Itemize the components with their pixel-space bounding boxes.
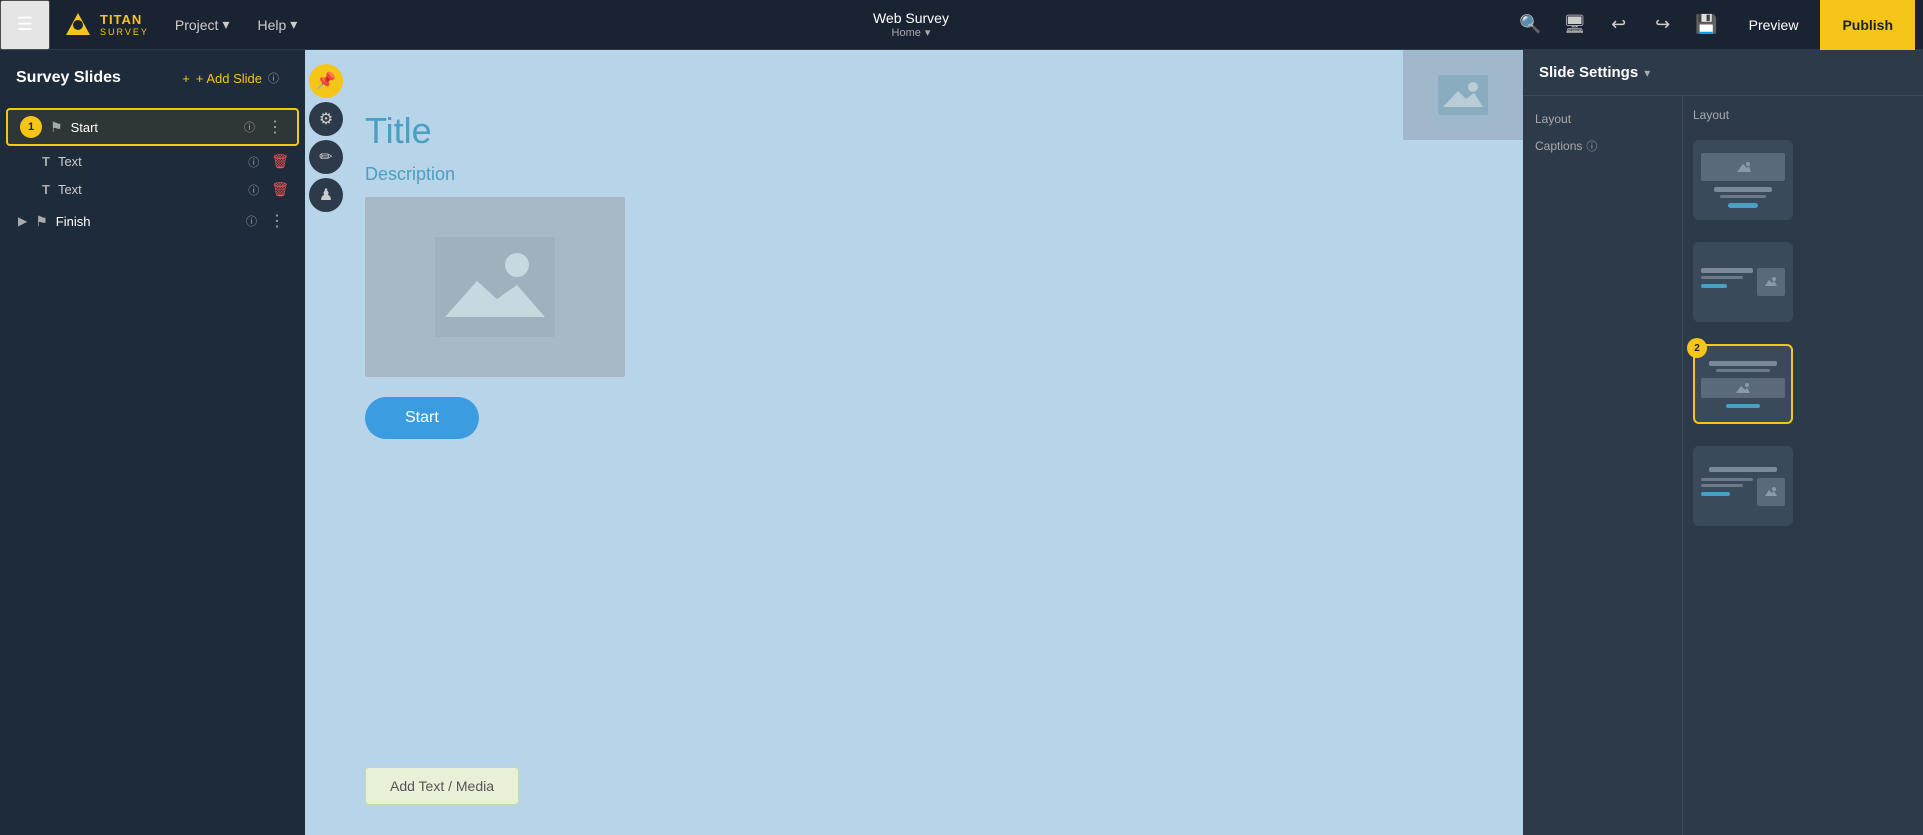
- add-icon: +: [182, 71, 190, 86]
- redo-icon: ↪: [1655, 14, 1670, 35]
- sidebar-header: Survey Slides + + Add Slide ⓘ: [0, 50, 305, 102]
- slide-list: 1 ⚑ Start ⓘ ⋮ T Text ⓘ 🗑 T Text ⓘ 🗑: [0, 102, 305, 835]
- layout-option-4[interactable]: [1693, 446, 1793, 526]
- pen-icon: ✏: [319, 147, 332, 167]
- help-menu[interactable]: Help ▾: [243, 0, 311, 50]
- sub-item-label-2: Text: [58, 182, 240, 197]
- figure-button[interactable]: ♟: [309, 178, 343, 212]
- layout-label-left: Layout: [1535, 112, 1670, 126]
- figure-icon: ♟: [319, 185, 333, 205]
- slide-item-finish[interactable]: ▶ ⚑ Finish ⓘ ⋮: [6, 205, 299, 237]
- text-icon-2: T: [42, 182, 50, 197]
- layout-option-3[interactable]: 2: [1693, 344, 1793, 424]
- sub-item-text-1[interactable]: T Text ⓘ 🗑: [6, 148, 299, 175]
- add-text-media-button[interactable]: Add Text / Media: [365, 767, 519, 805]
- redo-button[interactable]: ↪: [1643, 5, 1683, 45]
- search-icon: 🔍: [1519, 14, 1541, 35]
- canvas-content: Title Description Start: [305, 50, 1523, 835]
- layout-thumb-1: [1701, 148, 1785, 212]
- layout-thumb-3: [1701, 352, 1785, 416]
- captions-info-icon[interactable]: ⓘ: [1586, 138, 1597, 154]
- finish-flag-icon: ⚑: [35, 213, 48, 230]
- device-preview-button[interactable]: 🖥: [1555, 5, 1595, 45]
- right-panel-left-section: Layout Captions ⓘ: [1523, 96, 1683, 835]
- slide-more-button-start[interactable]: ⋮: [263, 117, 287, 137]
- help-label: Help: [257, 17, 286, 33]
- pin-icon: 📌: [316, 71, 336, 91]
- monitor-icon: 🖥: [1563, 14, 1586, 35]
- subtitle-chevron-icon: ▾: [925, 26, 931, 39]
- sub-item-delete-1[interactable]: 🗑: [271, 153, 289, 170]
- layout-option-2[interactable]: [1693, 242, 1793, 322]
- sub-item-text-2[interactable]: T Text ⓘ 🗑: [6, 176, 299, 203]
- search-button[interactable]: 🔍: [1511, 5, 1551, 45]
- expand-icon-finish[interactable]: ▶: [18, 214, 27, 228]
- slide-info-icon-start[interactable]: ⓘ: [244, 119, 255, 135]
- canvas-area: Title Description Start Add Text / Media: [305, 50, 1523, 835]
- slide-settings-chevron-icon[interactable]: ▾: [1644, 66, 1650, 80]
- survey-title: Web Survey: [873, 10, 949, 26]
- slide-number-1: 1: [20, 116, 42, 138]
- layout-thumb-4: [1701, 454, 1785, 518]
- right-panel-body: Layout Captions ⓘ Layout: [1523, 96, 1923, 835]
- main-layout: Survey Slides + + Add Slide ⓘ 1 ⚑ Start …: [0, 50, 1923, 835]
- hamburger-menu-button[interactable]: ☰: [0, 0, 50, 50]
- image-placeholder-icon: [435, 237, 555, 337]
- left-sidebar: Survey Slides + + Add Slide ⓘ 1 ⚑ Start …: [0, 50, 305, 835]
- image-placeholder-icon-top: [1438, 75, 1488, 115]
- canvas-top-image: [1403, 50, 1523, 140]
- canvas-title[interactable]: Title: [365, 110, 1463, 152]
- slide-more-button-finish[interactable]: ⋮: [265, 211, 289, 231]
- undo-icon: ↩: [1611, 14, 1626, 35]
- sub-item-info-1[interactable]: ⓘ: [248, 154, 259, 170]
- canvas-description[interactable]: Description: [365, 164, 1463, 185]
- floating-toolbar: 📌 ⚙ ✏ ♟: [305, 60, 347, 216]
- start-flag-icon: ⚑: [50, 119, 63, 136]
- publish-button[interactable]: Publish: [1820, 0, 1915, 50]
- canvas-image-placeholder: [365, 197, 625, 377]
- gear-button[interactable]: ⚙: [309, 102, 343, 136]
- survey-subtitle[interactable]: Home ▾: [892, 26, 931, 39]
- project-chevron-icon: ▾: [222, 16, 229, 33]
- sub-item-delete-2[interactable]: 🗑: [271, 181, 289, 198]
- pen-button[interactable]: ✏: [309, 140, 343, 174]
- sub-item-label-1: Text: [58, 154, 240, 169]
- nav-center-info: Web Survey Home ▾: [311, 10, 1510, 39]
- hamburger-icon: ☰: [17, 14, 33, 35]
- sub-item-info-2[interactable]: ⓘ: [248, 182, 259, 198]
- logo-text-block: TITAN SURVEY: [100, 12, 149, 37]
- help-chevron-icon: ▾: [290, 16, 297, 33]
- text-icon-1: T: [42, 154, 50, 169]
- slide-settings-title: Slide Settings: [1539, 64, 1638, 81]
- slide-name-finish: Finish: [56, 214, 238, 229]
- nav-actions: 🔍 🖥 ↩ ↪ 💾 Preview Publish: [1511, 0, 1923, 50]
- canvas-start-button[interactable]: Start: [365, 397, 479, 439]
- right-panel-header: Slide Settings ▾: [1523, 50, 1923, 96]
- layout-option-1[interactable]: [1693, 140, 1793, 220]
- logo[interactable]: TITAN SURVEY: [50, 9, 161, 41]
- preview-button[interactable]: Preview: [1731, 0, 1817, 50]
- step-badge-2: 2: [1687, 338, 1707, 358]
- layout-label-right: Layout: [1693, 108, 1913, 122]
- undo-button[interactable]: ↩: [1599, 5, 1639, 45]
- project-label: Project: [175, 17, 219, 33]
- slide-name-start: Start: [71, 120, 236, 135]
- top-navigation: ☰ TITAN SURVEY Project ▾ Help ▾ Web Surv…: [0, 0, 1923, 50]
- add-slide-info-icon: ⓘ: [268, 70, 279, 86]
- captions-label: Captions ⓘ: [1535, 138, 1670, 154]
- right-panel: Slide Settings ▾ Layout Captions ⓘ Layou…: [1523, 50, 1923, 835]
- sidebar-title: Survey Slides: [16, 69, 121, 87]
- right-panel-layout-options: Layout: [1683, 96, 1923, 835]
- layout-thumb-2: [1701, 250, 1785, 314]
- project-menu[interactable]: Project ▾: [161, 0, 244, 50]
- logo-icon: [62, 9, 94, 41]
- save-icon: 💾: [1695, 14, 1717, 35]
- slide-info-icon-finish[interactable]: ⓘ: [246, 213, 257, 229]
- pin-button[interactable]: 📌: [309, 64, 343, 98]
- add-slide-button[interactable]: + + Add Slide ⓘ: [172, 64, 289, 92]
- save-button[interactable]: 💾: [1687, 5, 1727, 45]
- gear-icon: ⚙: [319, 109, 333, 129]
- slide-item-start[interactable]: 1 ⚑ Start ⓘ ⋮: [6, 108, 299, 146]
